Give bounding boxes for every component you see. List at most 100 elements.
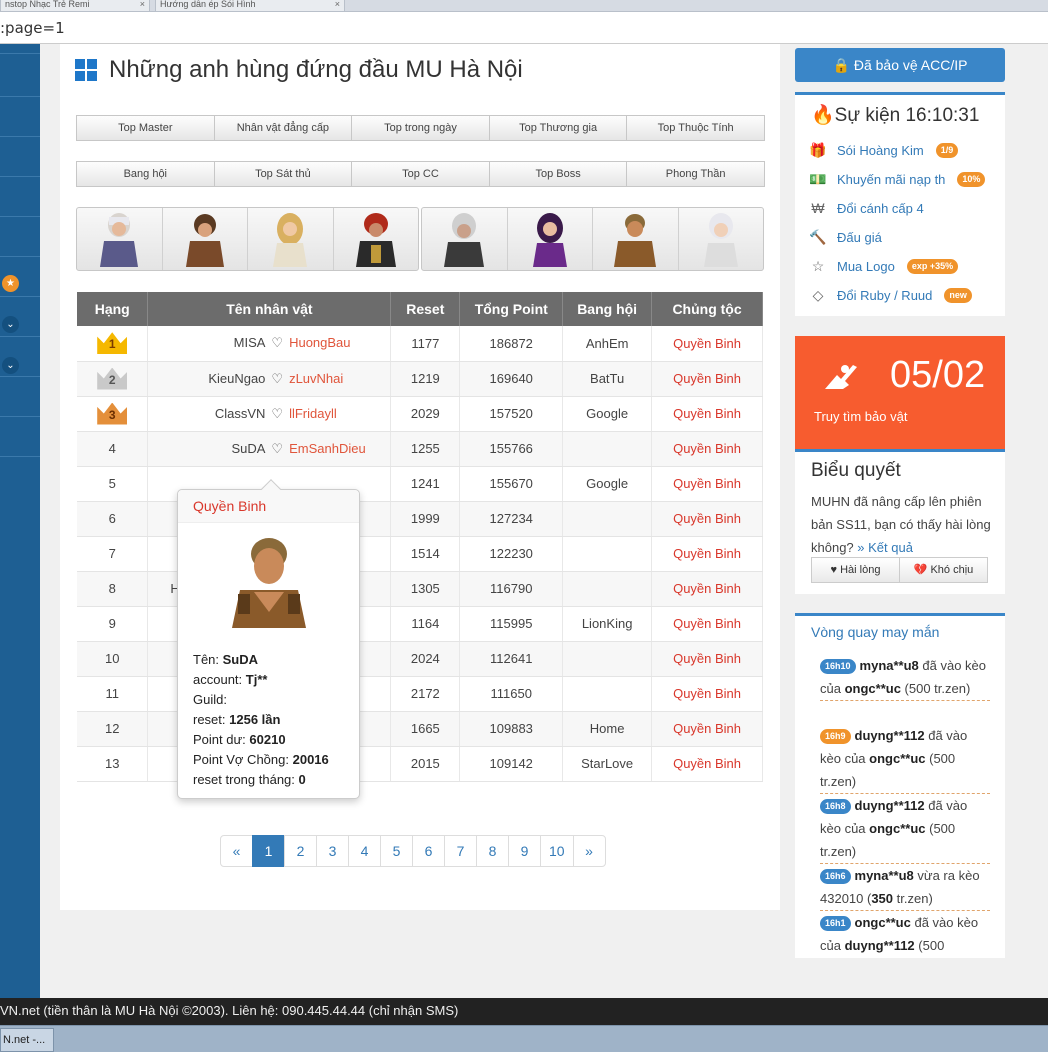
page-button-1[interactable]: 1 — [252, 835, 285, 867]
class-avatar-magic-gladiator[interactable] — [334, 208, 419, 270]
account-protected-button[interactable]: 🔒 Đã bảo vệ ACC/IP — [795, 48, 1005, 82]
guild-cell[interactable] — [562, 536, 653, 572]
character-name-text[interactable] — [148, 546, 170, 561]
tab-top-killer[interactable]: Top Sát thủ — [213, 161, 353, 187]
character-name[interactable]: SuDA — [148, 441, 265, 457]
character-name-text[interactable] — [148, 686, 170, 701]
event-label[interactable]: Khuyến mãi nạp th — [837, 172, 945, 187]
spouse-account[interactable]: llFridayll — [289, 406, 337, 422]
table-row[interactable]: 1 MISA ♡ HuongBau 1177 186872 AnhEm Quyền Binh — [77, 326, 763, 362]
tab-top-master[interactable]: Top Master — [76, 115, 215, 141]
sidebar-item[interactable] — [0, 54, 40, 97]
spouse-account[interactable]: zLuvNhai — [289, 371, 343, 387]
guild-cell[interactable]: Google — [562, 466, 653, 502]
treasure-hunt-card[interactable]: 05/02 Truy tìm bảo vật — [795, 336, 1005, 449]
class-avatar-rage-fighter[interactable] — [593, 208, 679, 270]
close-icon[interactable]: × — [335, 0, 340, 9]
tab-top-boss[interactable]: Top Boss — [488, 161, 628, 187]
event-item[interactable]: 💵 Khuyến mãi nạp th 10% — [809, 169, 986, 189]
character-name-text[interactable] — [148, 511, 170, 526]
vote-like-button[interactable]: ♥ Hài lòng — [811, 557, 900, 583]
event-item[interactable]: 🎁 Sói Hoàng Kim 1/9 — [809, 140, 959, 160]
column-header-reset[interactable]: Reset — [390, 292, 461, 326]
character-name-text[interactable]: SuDA — [231, 441, 265, 456]
character-name-text[interactable] — [148, 756, 170, 771]
class-avatar-summoner[interactable] — [508, 208, 593, 270]
star-icon[interactable]: ★ — [2, 275, 19, 292]
event-label[interactable]: Đấu giá — [837, 230, 882, 245]
sidebar-item[interactable] — [0, 97, 40, 137]
sidebar-item[interactable] — [0, 137, 40, 177]
sidebar-item[interactable] — [0, 217, 40, 257]
spouse-account[interactable]: EmSanhDieu — [289, 441, 366, 457]
class-avatar-dark-wizard[interactable] — [163, 208, 248, 270]
tab-guild[interactable]: Bang hội — [76, 161, 215, 187]
browser-tab[interactable]: Hướng dẫn ép Sói Hình × — [155, 0, 345, 11]
tab-top-element[interactable]: Top Thuộc Tính — [626, 115, 765, 141]
class-avatar-dark-lord[interactable] — [422, 208, 508, 270]
event-item[interactable]: 🔨 Đấu giá — [809, 227, 882, 247]
url-text[interactable]: :page=1 — [0, 19, 65, 37]
poll-results-link[interactable]: » Kết quả — [857, 540, 913, 555]
character-name-text[interactable]: KieuNgao — [208, 371, 265, 386]
page-button-3[interactable]: 3 — [316, 835, 349, 867]
tab-phong-than[interactable]: Phong Thần — [626, 161, 765, 187]
browser-tab[interactable]: nstop Nhạc Trẻ Remi × — [0, 0, 150, 11]
column-header-total-point[interactable]: Tổng Point — [459, 292, 564, 326]
character-name-text[interactable] — [148, 721, 170, 736]
table-row[interactable]: 4 SuDA ♡ EmSanhDieu 1255 155766 Quyền Binh — [77, 431, 763, 467]
guild-cell[interactable]: LionKing — [562, 606, 653, 642]
column-header-race[interactable]: Chủng tộc — [651, 292, 763, 326]
guild-cell[interactable]: AnhEm — [562, 326, 653, 362]
page-button-2[interactable]: 2 — [284, 835, 317, 867]
column-header-name[interactable]: Tên nhân vật — [147, 292, 392, 326]
guild-cell[interactable]: Home — [562, 711, 653, 747]
table-row[interactable]: 2 KieuNgao ♡ zLuvNhai 1219 169640 BatTu Quyền B… — [77, 361, 763, 397]
tab-top-today[interactable]: Top trong ngày — [351, 115, 490, 141]
guild-cell[interactable] — [562, 501, 653, 537]
tab-top-cc[interactable]: Top CC — [351, 161, 490, 187]
page-button-6[interactable]: 6 — [412, 835, 445, 867]
page-prev-button[interactable]: « — [220, 835, 253, 867]
character-name-text[interactable] — [148, 616, 170, 631]
page-next-button[interactable]: » — [572, 835, 606, 867]
chevron-down-icon[interactable]: ⌄ — [2, 357, 19, 374]
class-avatar-dark-knight[interactable] — [77, 208, 163, 270]
page-button-4[interactable]: 4 — [348, 835, 381, 867]
page-button-5[interactable]: 5 — [380, 835, 413, 867]
guild-cell[interactable] — [562, 641, 653, 677]
close-icon[interactable]: × — [140, 0, 145, 9]
character-name[interactable]: ClassVN — [148, 406, 266, 422]
table-row[interactable]: 3 ClassVN ♡ llFridayll 2029 157520 Google Quyền… — [77, 396, 763, 432]
event-item[interactable]: ◇ Đổi Ruby / Ruud new — [809, 285, 972, 305]
guild-cell[interactable] — [562, 571, 653, 607]
event-item[interactable]: ☆ Mua Logo exp +35% — [809, 256, 959, 276]
guild-cell[interactable] — [562, 431, 653, 467]
class-avatar-elf[interactable] — [248, 208, 334, 270]
page-button-7[interactable]: 7 — [444, 835, 477, 867]
guild-cell[interactable]: BatTu — [562, 361, 653, 397]
sidebar-item[interactable] — [0, 417, 40, 457]
guild-cell[interactable]: Google — [562, 396, 653, 432]
vote-dislike-button[interactable]: 💔 Khó chịu — [899, 557, 988, 583]
column-header-guild[interactable]: Bang hội — [562, 292, 653, 326]
event-label[interactable]: Sói Hoàng Kim — [837, 143, 924, 158]
sidebar-item[interactable] — [0, 377, 40, 417]
character-name-text[interactable]: MISA — [234, 335, 266, 350]
page-button-9[interactable]: 9 — [508, 835, 541, 867]
sidebar-item[interactable] — [0, 177, 40, 217]
event-label[interactable]: Đổi cánh cấp 4 — [837, 201, 924, 216]
page-button-10[interactable]: 10 — [540, 835, 574, 867]
chevron-down-icon[interactable]: ⌄ — [2, 316, 19, 333]
character-name[interactable]: MISA — [148, 335, 266, 351]
guild-cell[interactable] — [562, 676, 653, 712]
spouse-account[interactable]: HuongBau — [289, 335, 350, 351]
character-name-text[interactable]: ClassVN — [215, 406, 266, 421]
lucky-wheel-title[interactable]: Vòng quay may mắn — [811, 624, 939, 640]
character-name-text[interactable]: H — [148, 581, 179, 596]
taskbar-item[interactable]: N.net -... — [0, 1028, 54, 1052]
event-item[interactable]: ₩ Đổi cánh cấp 4 — [809, 198, 924, 218]
page-button-8[interactable]: 8 — [476, 835, 509, 867]
sidebar-item[interactable] — [0, 44, 40, 54]
tab-top-level[interactable]: Nhân vật đẳng cấp — [213, 115, 353, 141]
